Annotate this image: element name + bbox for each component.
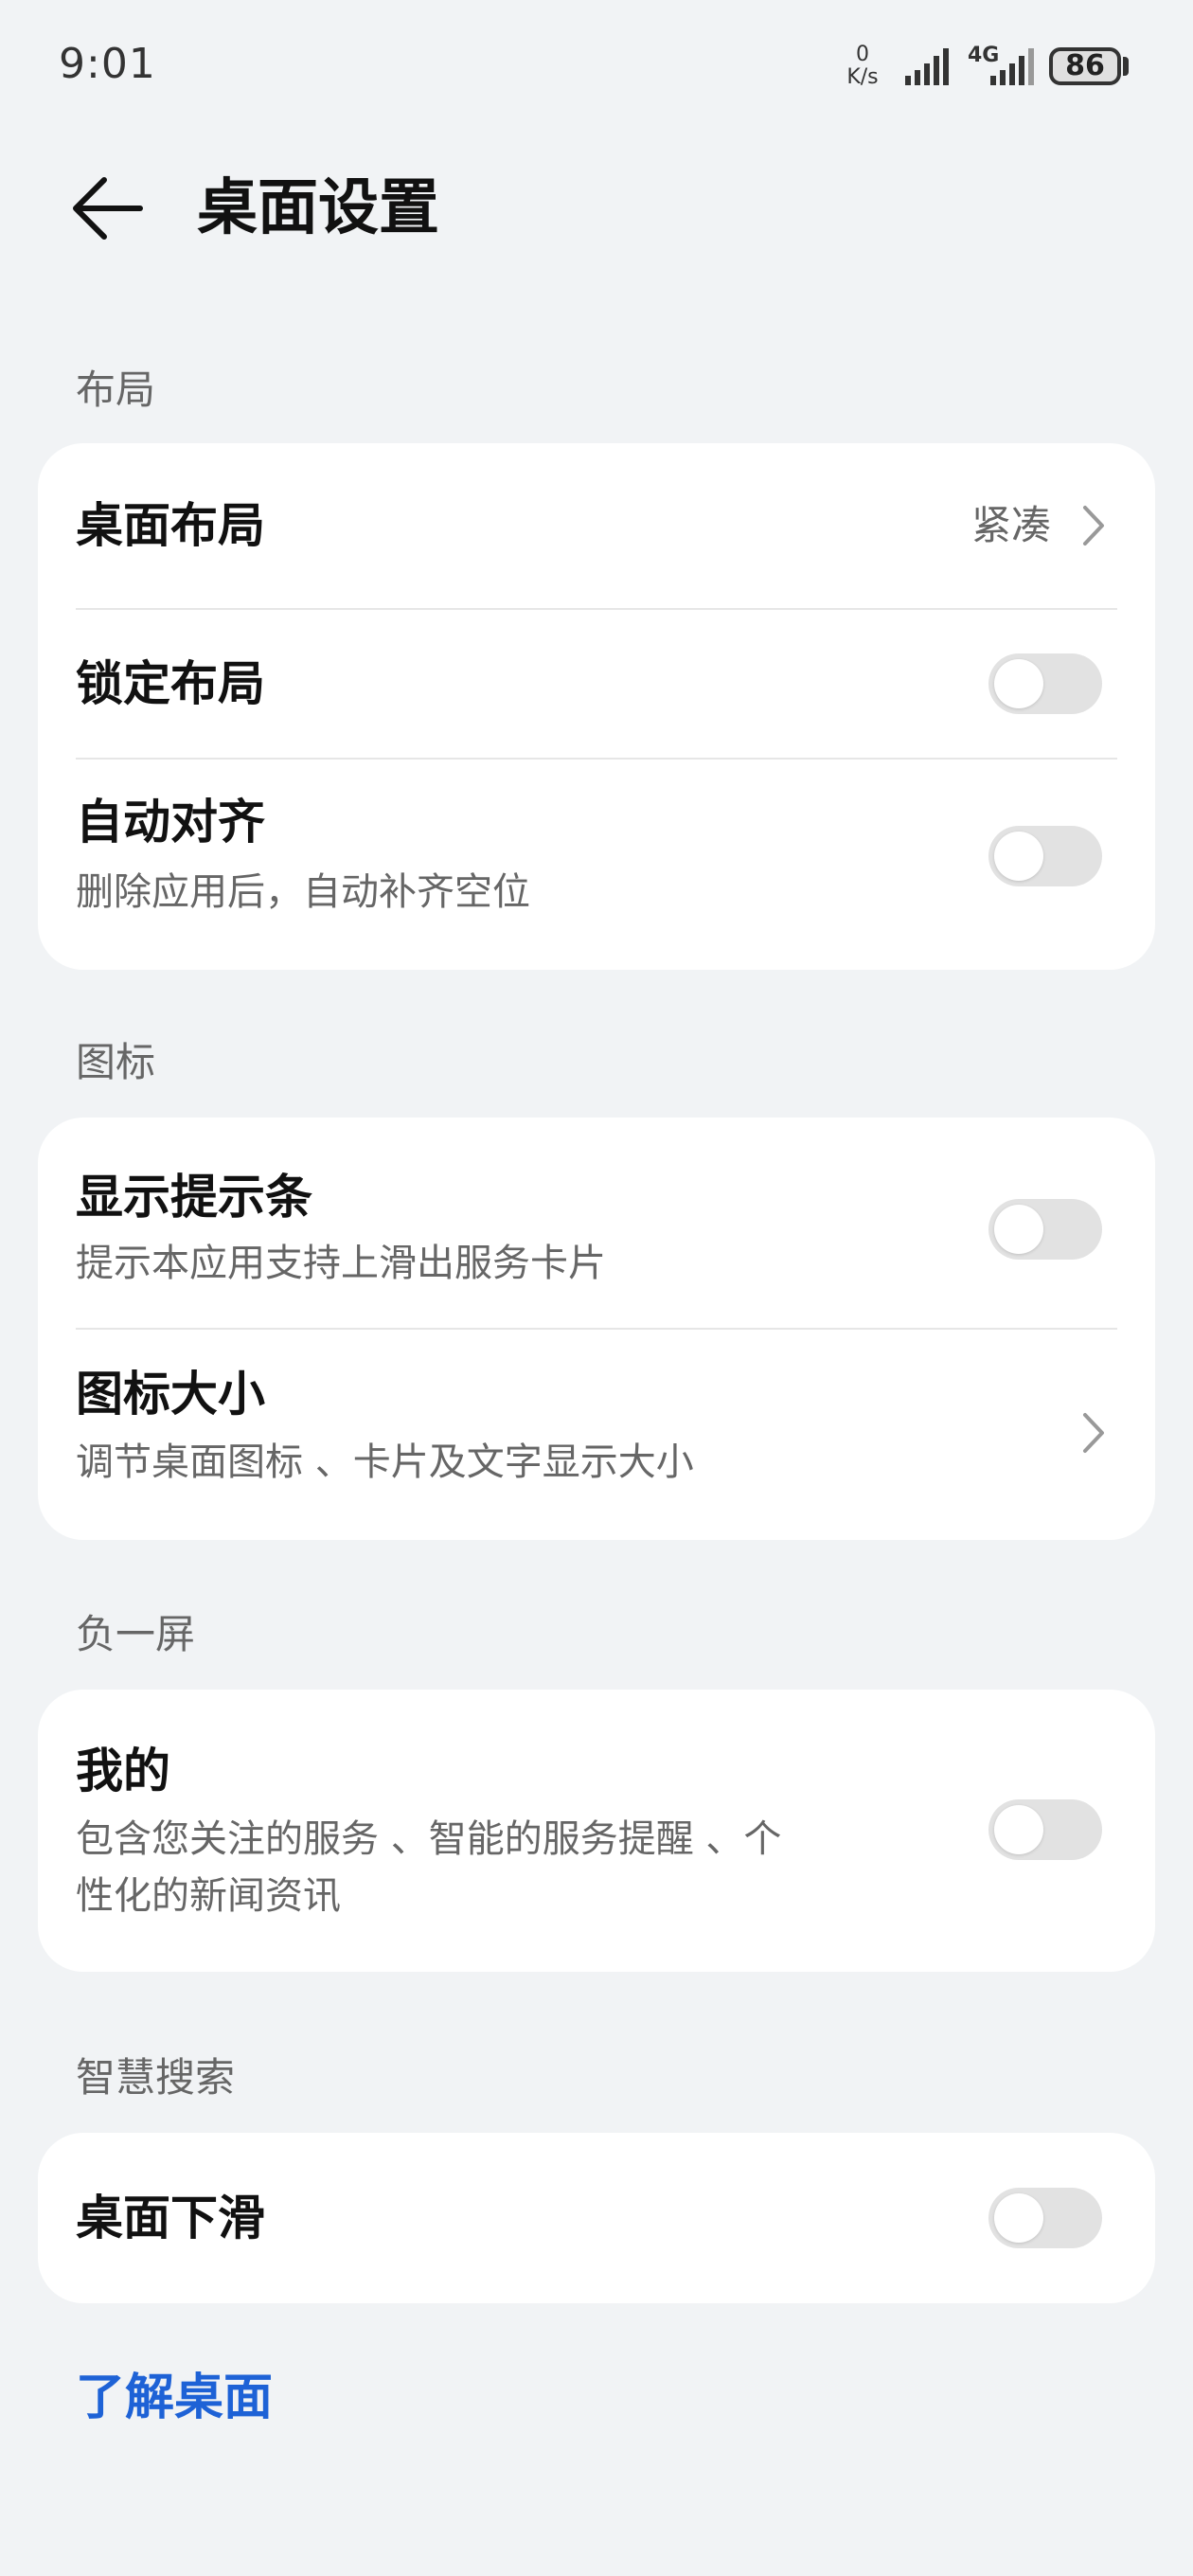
battery-level: 86 — [1065, 49, 1105, 82]
signal-bars-icon-secondary — [990, 48, 1034, 85]
row-icon-size[interactable]: 图标大小 调节桌面图标 、卡片及文字显示大小 — [38, 1330, 1155, 1540]
battery-tip — [1123, 57, 1129, 76]
signal-bars-icon — [905, 48, 949, 85]
section-label-icons: 图标 — [76, 1039, 156, 1085]
page-title: 桌面设置 — [197, 172, 439, 243]
row-mine[interactable]: 我的 包含您关注的服务 、智能的服务提醒 、个 性化的新闻资讯 — [38, 1690, 1155, 1972]
toggle-mine[interactable] — [988, 1799, 1102, 1860]
row-title: 锁定布局 — [76, 655, 265, 711]
row-show-hint-bar[interactable]: 显示提示条 提示本应用支持上滑出服务卡片 — [38, 1118, 1155, 1328]
row-title: 桌面下滑 — [76, 2190, 265, 2245]
section-label-smart-search: 智慧搜索 — [76, 2054, 236, 2101]
card-icons: 显示提示条 提示本应用支持上滑出服务卡片 图标大小 调节桌面图标 、卡片及文字显… — [38, 1118, 1155, 1540]
status-bar: 9:01 0 K/s 4G 86 — [0, 0, 1193, 142]
row-subtitle: 删除应用后，自动补齐空位 — [76, 870, 530, 914]
learn-desktop-link[interactable]: 了解桌面 — [76, 2364, 273, 2432]
back-button[interactable] — [64, 170, 150, 246]
row-lock-layout[interactable]: 锁定布局 — [38, 610, 1155, 758]
row-subtitle-line1: 包含您关注的服务 、智能的服务提醒 、个 — [76, 1817, 782, 1861]
row-title: 桌面布局 — [76, 497, 265, 553]
row-desktop-swipe-down[interactable]: 桌面下滑 — [38, 2133, 1155, 2303]
toggle-auto-align[interactable] — [988, 826, 1102, 886]
toggle-show-hint-bar[interactable] — [988, 1199, 1102, 1260]
row-subtitle-line2: 性化的新闻资讯 — [76, 1874, 341, 1918]
section-label-layout: 布局 — [76, 367, 156, 413]
toggle-lock-layout[interactable] — [988, 653, 1102, 714]
row-desktop-layout[interactable]: 桌面布局 紧凑 — [38, 443, 1155, 608]
row-title: 显示提示条 — [76, 1169, 312, 1225]
chevron-right-icon — [1083, 506, 1104, 546]
toggle-desktop-swipe-down[interactable] — [988, 2188, 1102, 2248]
row-auto-align[interactable]: 自动对齐 删除应用后，自动补齐空位 — [38, 760, 1155, 970]
row-subtitle: 提示本应用支持上滑出服务卡片 — [76, 1242, 606, 1285]
row-value: 紧凑 — [970, 502, 1051, 548]
network-speed: 0 K/s — [841, 44, 884, 89]
card-smart-search: 桌面下滑 — [38, 2133, 1155, 2303]
network-speed-unit: K/s — [846, 65, 879, 89]
card-minus-one: 我的 包含您关注的服务 、智能的服务提醒 、个 性化的新闻资讯 — [38, 1690, 1155, 1972]
row-title: 图标大小 — [76, 1366, 265, 1422]
row-subtitle: 调节桌面图标 、卡片及文字显示大小 — [76, 1440, 694, 1484]
section-label-minus-one: 负一屏 — [76, 1611, 196, 1657]
chevron-right-icon — [1083, 1413, 1104, 1453]
row-title: 自动对齐 — [76, 794, 265, 850]
card-layout: 桌面布局 紧凑 锁定布局 自动对齐 删除应用后，自动补齐空位 — [38, 443, 1155, 970]
arrow-left-icon — [73, 177, 143, 240]
row-title: 我的 — [76, 1743, 170, 1798]
network-speed-value: 0 — [856, 43, 869, 66]
status-time: 9:01 — [59, 40, 156, 88]
